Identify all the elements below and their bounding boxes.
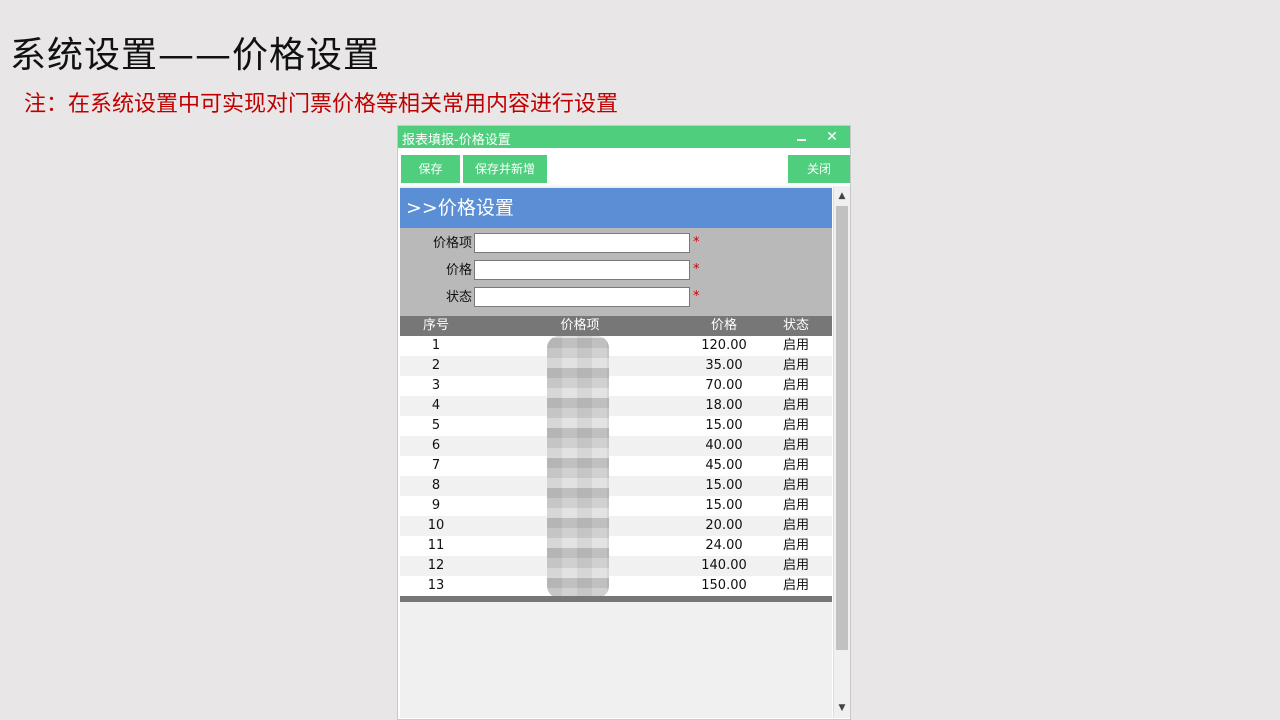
- price-input[interactable]: [474, 260, 690, 280]
- window-title: 报表填报-价格设置: [402, 133, 511, 148]
- cell-index: 5: [431, 418, 441, 433]
- cell-status: 启用: [782, 438, 809, 453]
- table-row[interactable]: 11 24.00 启用: [400, 536, 832, 556]
- cell-price: 24.00: [705, 538, 743, 553]
- cell-status: 启用: [782, 398, 809, 413]
- price-form: 价格项 * 价格 * 状态 *: [400, 228, 832, 316]
- header-status[interactable]: 状态: [772, 316, 820, 336]
- cell-status: 启用: [782, 498, 809, 513]
- cell-price: 15.00: [705, 418, 743, 433]
- cell-price: 20.00: [705, 518, 743, 533]
- table-row[interactable]: 7 45.00 启用: [400, 456, 832, 476]
- cell-price: 35.00: [705, 358, 743, 373]
- cell-price: 18.00: [705, 398, 743, 413]
- cell-status: 启用: [782, 378, 809, 393]
- cell-index: 1: [431, 338, 441, 353]
- cell-index: 2: [431, 358, 441, 373]
- cell-status: 启用: [782, 538, 809, 553]
- table-row[interactable]: 1 120.00 启用: [400, 336, 832, 356]
- cell-price: 15.00: [705, 498, 743, 513]
- header-index[interactable]: 序号: [410, 316, 462, 336]
- cell-status: 启用: [782, 358, 809, 373]
- required-mark: *: [693, 289, 700, 304]
- minimize-icon: [797, 139, 806, 141]
- status-input[interactable]: [474, 287, 690, 307]
- table-row[interactable]: 12 140.00 启用: [400, 556, 832, 576]
- cell-status: 启用: [782, 518, 809, 533]
- price-item-input[interactable]: [474, 233, 690, 253]
- scroll-up-icon[interactable]: ▲: [834, 188, 850, 204]
- table-row[interactable]: 2 35.00 启用: [400, 356, 832, 376]
- vertical-scrollbar[interactable]: ▲ ▼: [833, 186, 850, 718]
- close-button[interactable]: 关闭: [788, 155, 850, 183]
- cell-index: 11: [427, 538, 445, 553]
- required-mark: *: [693, 262, 700, 277]
- cell-status: 启用: [782, 418, 809, 433]
- cell-index: 6: [431, 438, 441, 453]
- table-row[interactable]: 4 18.00 启用: [400, 396, 832, 416]
- cell-price: 45.00: [705, 458, 743, 473]
- table-body: 1 120.00 启用 2 35.00 启用 3 70.00 启用 4 18.00 启用 5 15…: [400, 336, 832, 596]
- header-price[interactable]: 价格: [684, 316, 764, 336]
- cell-price: 150.00: [701, 578, 747, 593]
- cell-index: 12: [427, 558, 445, 573]
- cell-status: 启用: [782, 338, 809, 353]
- toolbar: 保存 保存并新增 关闭: [398, 154, 850, 184]
- table-row[interactable]: 13 150.00 启用: [400, 576, 832, 596]
- cell-index: 8: [431, 478, 441, 493]
- cell-price: 140.00: [701, 558, 747, 573]
- cell-index: 9: [431, 498, 441, 513]
- table-row[interactable]: 8 15.00 启用: [400, 476, 832, 496]
- header-price-item[interactable]: 价格项: [520, 316, 640, 336]
- cell-index: 13: [427, 578, 445, 593]
- table-row[interactable]: 5 15.00 启用: [400, 416, 832, 436]
- scroll-down-icon[interactable]: ▼: [834, 700, 850, 716]
- cell-price: 120.00: [701, 338, 747, 353]
- price-label: 价格: [445, 263, 472, 278]
- table-row[interactable]: 3 70.00 启用: [400, 376, 832, 396]
- table-row[interactable]: 6 40.00 启用: [400, 436, 832, 456]
- window-titlebar[interactable]: 报表填报-价格设置 ✕: [398, 126, 850, 148]
- cell-status: 启用: [782, 458, 809, 473]
- table-header: 序号 价格项 价格 状态: [400, 316, 832, 336]
- scroll-thumb[interactable]: [836, 206, 848, 650]
- form-row-price-item: 价格项 *: [400, 233, 832, 255]
- redaction-blur: [547, 336, 609, 598]
- content-panel: >>价格设置 价格项 * 价格 * 状态 * 序号 价格项 价格 状态 1 12…: [400, 186, 832, 718]
- cell-index: 3: [431, 378, 441, 393]
- cell-status: 启用: [782, 578, 809, 593]
- close-icon[interactable]: ✕: [821, 126, 843, 148]
- table-row[interactable]: 9 15.00 启用: [400, 496, 832, 516]
- form-row-status: 状态 *: [400, 287, 832, 309]
- save-button[interactable]: 保存: [401, 155, 460, 183]
- cell-price: 15.00: [705, 478, 743, 493]
- price-item-label: 价格项: [432, 236, 472, 251]
- cell-index: 10: [427, 518, 445, 533]
- save-and-new-button[interactable]: 保存并新增: [463, 155, 547, 183]
- minimize-button[interactable]: [791, 126, 813, 148]
- cell-index: 7: [431, 458, 441, 473]
- slide-title: 系统设置——价格设置: [10, 35, 381, 76]
- slide-note: 注：在系统设置中可实现对门票价格等相关常用内容进行设置: [24, 92, 619, 117]
- status-label: 状态: [445, 290, 472, 305]
- cell-status: 启用: [782, 478, 809, 493]
- cell-status: 启用: [782, 558, 809, 573]
- section-header: >>价格设置: [400, 188, 832, 228]
- table-footer: [400, 596, 832, 602]
- cell-index: 4: [431, 398, 441, 413]
- table-row[interactable]: 10 20.00 启用: [400, 516, 832, 536]
- required-mark: *: [693, 235, 700, 250]
- form-row-price: 价格 *: [400, 260, 832, 282]
- price-settings-window: 报表填报-价格设置 ✕ 保存 保存并新增 关闭 >>价格设置 价格项 * 价格 …: [397, 125, 851, 720]
- cell-price: 70.00: [705, 378, 743, 393]
- cell-price: 40.00: [705, 438, 743, 453]
